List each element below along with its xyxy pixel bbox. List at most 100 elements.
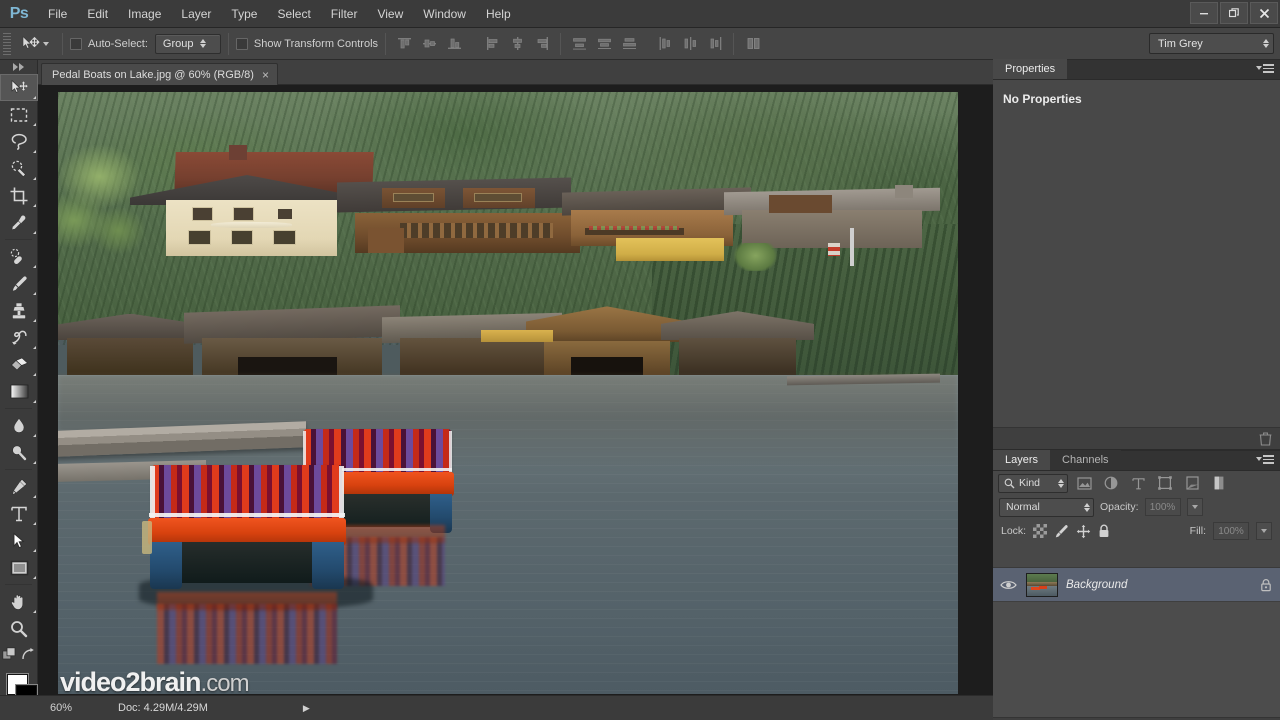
filter-shape-icon[interactable] <box>1154 473 1176 493</box>
foreground-tree <box>58 140 175 287</box>
layers-panel-menu-button[interactable] <box>1256 455 1274 464</box>
dodge-tool[interactable] <box>0 439 38 466</box>
auto-select-scope-dropdown[interactable]: Group <box>155 34 221 54</box>
align-left-edges-button[interactable] <box>481 33 503 55</box>
spot-healing-brush-tool[interactable] <box>0 243 38 270</box>
restore-button[interactable] <box>1220 2 1248 24</box>
tab-properties[interactable]: Properties <box>993 59 1067 79</box>
red-roof-chimney <box>229 145 247 160</box>
zoom-tool[interactable] <box>0 615 38 642</box>
properties-panel-menu-button[interactable] <box>1256 64 1274 73</box>
layer-row-background[interactable]: Background <box>993 568 1280 602</box>
tool-flyout-indicator-icon <box>33 434 36 437</box>
filter-smart-object-icon[interactable] <box>1181 473 1203 493</box>
distribute-top-edges-button[interactable] <box>568 33 590 55</box>
brush-tool[interactable] <box>0 270 38 297</box>
chalet-dormer-2-window <box>474 193 523 202</box>
layer-thumbnail[interactable] <box>1026 573 1058 597</box>
layer-visibility-toggle[interactable] <box>998 579 1018 591</box>
tab-layers[interactable]: Layers <box>993 450 1050 470</box>
menu-view[interactable]: View <box>367 0 413 28</box>
align-vertical-centers-button[interactable] <box>418 33 440 55</box>
tool-preset-chevron-icon[interactable] <box>43 42 49 46</box>
menu-layer[interactable]: Layer <box>171 0 221 28</box>
filter-pixel-icon[interactable] <box>1073 473 1095 493</box>
opacity-value-field[interactable]: 100% <box>1145 498 1181 516</box>
filter-type-icon[interactable] <box>1127 473 1149 493</box>
distribute-right-edges-button[interactable] <box>704 33 726 55</box>
align-bottom-edges-button[interactable] <box>443 33 465 55</box>
menu-file[interactable]: File <box>38 0 77 28</box>
edit-toolbar-icon[interactable] <box>2 647 18 661</box>
auto-select-checkbox[interactable] <box>70 38 82 50</box>
align-right-edges-button[interactable] <box>531 33 553 55</box>
document-tab[interactable]: Pedal Boats on Lake.jpg @ 60% (RGB/8) × <box>41 63 278 85</box>
blend-mode-dropdown[interactable]: Normal <box>999 498 1094 517</box>
distribute-bottom-edges-button[interactable] <box>618 33 640 55</box>
options-bar: Auto-Select: Group Show Transform Contro… <box>0 28 1280 60</box>
cream-house-window-2 <box>234 208 253 221</box>
tool-flyout-indicator-icon <box>33 150 36 153</box>
show-transform-controls-checkbox[interactable] <box>236 38 248 50</box>
canvas-area[interactable]: video2brain.com <box>38 85 993 695</box>
menu-help[interactable]: Help <box>476 0 521 28</box>
pen-tool[interactable] <box>0 473 38 500</box>
lock-position-icon[interactable] <box>1076 524 1091 539</box>
filter-adjustment-icon[interactable] <box>1100 473 1122 493</box>
lock-transparent-pixels-icon[interactable] <box>1033 524 1047 538</box>
rectangle-tool[interactable] <box>0 554 38 581</box>
close-button[interactable] <box>1250 2 1278 24</box>
align-top-edges-button[interactable] <box>393 33 415 55</box>
lock-all-icon[interactable] <box>1098 524 1110 538</box>
distribute-horizontal-centers-button[interactable] <box>679 33 701 55</box>
clone-stamp-tool[interactable] <box>0 297 38 324</box>
blur-tool[interactable] <box>0 412 38 439</box>
rectangular-marquee-tool[interactable] <box>0 101 38 128</box>
move-tool[interactable] <box>0 74 38 101</box>
minimize-button[interactable] <box>1190 2 1218 24</box>
auto-align-layers-button[interactable] <box>741 33 767 55</box>
menu-edit[interactable]: Edit <box>77 0 118 28</box>
fill-value-field[interactable]: 100% <box>1213 522 1249 540</box>
path-selection-tool[interactable] <box>0 527 38 554</box>
distribute-vertical-centers-button[interactable] <box>593 33 615 55</box>
lasso-tool[interactable] <box>0 128 38 155</box>
current-tool-preview[interactable] <box>15 32 55 56</box>
panels-dock: Properties No Properties Layers Channels <box>993 60 1280 720</box>
tab-channels[interactable]: Channels <box>1050 450 1120 470</box>
zoom-level-field[interactable]: 60% <box>0 696 110 720</box>
layer-filter-kind-value: Kind <box>1019 477 1054 489</box>
type-tool[interactable] <box>0 500 38 527</box>
menu-image[interactable]: Image <box>118 0 171 28</box>
hand-tool[interactable] <box>0 588 38 615</box>
layer-filter-kind-dropdown[interactable]: Kind <box>998 474 1068 493</box>
document-tab-close-icon[interactable]: × <box>262 69 269 81</box>
align-horizontal-centers-button[interactable] <box>506 33 528 55</box>
workspace-switcher[interactable]: Tim Grey <box>1149 33 1274 54</box>
fill-slider-button[interactable] <box>1256 522 1272 540</box>
toolbar-collapse-handle[interactable] <box>0 60 37 74</box>
status-bar-expand-arrow-icon[interactable]: ▶ <box>303 703 310 714</box>
no-properties-message: No Properties <box>993 80 1280 106</box>
eyedropper-tool[interactable] <box>0 209 38 236</box>
filter-toggle-icon[interactable] <box>1208 473 1230 493</box>
document-image[interactable]: video2brain.com <box>58 92 958 694</box>
eraser-tool[interactable] <box>0 351 38 378</box>
options-bar-grip[interactable] <box>3 33 11 55</box>
menu-filter[interactable]: Filter <box>321 0 368 28</box>
lock-image-pixels-icon[interactable] <box>1054 524 1069 538</box>
toolbar-divider-1 <box>5 239 32 240</box>
menu-type[interactable]: Type <box>221 0 267 28</box>
layer-name[interactable]: Background <box>1066 579 1252 591</box>
delete-icon[interactable] <box>1259 432 1272 446</box>
gradient-tool[interactable] <box>0 378 38 405</box>
reset-swatches-icon[interactable] <box>21 647 36 661</box>
distribute-left-edges-button[interactable] <box>654 33 676 55</box>
quick-selection-tool[interactable] <box>0 155 38 182</box>
opacity-slider-button[interactable] <box>1187 498 1203 516</box>
menu-window[interactable]: Window <box>413 0 476 28</box>
menu-select[interactable]: Select <box>267 0 320 28</box>
crop-tool[interactable] <box>0 182 38 209</box>
history-brush-tool[interactable] <box>0 324 38 351</box>
cream-house-window-3 <box>278 209 292 219</box>
